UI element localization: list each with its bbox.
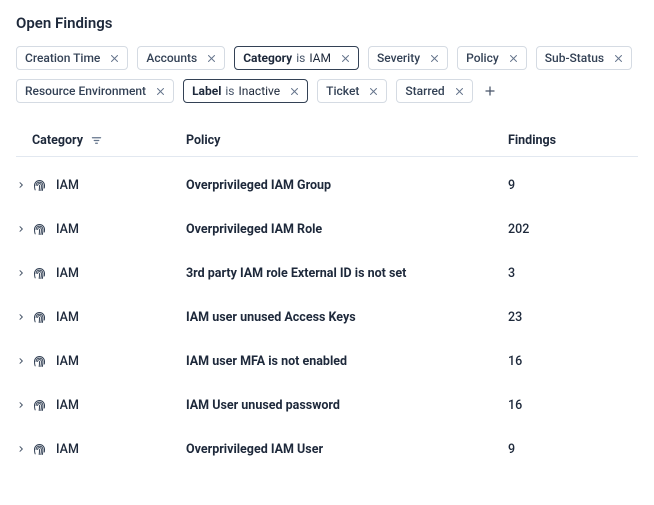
close-icon[interactable]	[430, 54, 439, 63]
expand-chevron-icon[interactable]	[17, 444, 25, 454]
category-text: IAM	[56, 178, 79, 193]
table-row: IAM IAM User unused password16	[16, 383, 638, 427]
close-icon[interactable]	[369, 87, 378, 96]
fingerprint-icon	[32, 310, 47, 325]
filter-chip[interactable]: Severity	[368, 46, 448, 70]
cell-policy[interactable]: Overprivileged IAM Role	[186, 222, 508, 237]
cell-category: IAM	[16, 178, 186, 193]
filter-chip[interactable]: Ticket	[317, 79, 387, 103]
chip-label: Starred	[405, 85, 444, 97]
table-body: IAMOverprivileged IAM Group9IAMOverprivi…	[16, 157, 638, 471]
filter-chip[interactable]: Category is IAM	[234, 46, 359, 70]
close-icon[interactable]	[614, 54, 623, 63]
table-row: IAM 3rd party IAM role External ID is not…	[16, 251, 638, 295]
category-text: IAM	[56, 310, 79, 325]
chip-label: Policy	[466, 52, 499, 64]
close-icon[interactable]	[290, 87, 299, 96]
cell-findings: 9	[508, 442, 638, 457]
close-icon[interactable]	[509, 54, 518, 63]
fingerprint-icon	[32, 398, 47, 413]
close-icon[interactable]	[110, 54, 119, 63]
cell-findings: 23	[508, 310, 638, 325]
category-text: IAM	[56, 398, 79, 413]
table-header: Category Policy Findings	[16, 125, 638, 157]
expand-chevron-icon[interactable]	[17, 268, 25, 278]
category-text: IAM	[56, 222, 79, 237]
page-title: Open Findings	[16, 14, 638, 32]
close-icon[interactable]	[455, 87, 464, 96]
category-text: IAM	[56, 354, 79, 369]
category-text: IAM	[56, 442, 79, 457]
cell-category: IAM	[16, 266, 186, 281]
cell-policy[interactable]: IAM user MFA is not enabled	[186, 354, 508, 369]
cell-findings: 9	[508, 178, 638, 193]
fingerprint-icon	[32, 178, 47, 193]
cell-category: IAM	[16, 354, 186, 369]
filter-chip[interactable]: Accounts	[137, 46, 225, 70]
close-icon[interactable]	[156, 87, 165, 96]
chip-label: Accounts	[146, 52, 197, 64]
expand-chevron-icon[interactable]	[17, 400, 25, 410]
cell-findings: 16	[508, 398, 638, 413]
category-text: IAM	[56, 266, 79, 281]
filter-chips-bar: Creation Time Accounts Category is IAM Severi…	[16, 46, 638, 103]
header-findings-label: Findings	[508, 133, 556, 148]
chip-value: Inactive	[239, 85, 281, 97]
expand-chevron-icon[interactable]	[17, 356, 25, 366]
cell-policy[interactable]: IAM User unused password	[186, 398, 508, 413]
chip-label: Sub-Status	[545, 52, 604, 64]
close-icon[interactable]	[207, 54, 216, 63]
header-category[interactable]: Category	[16, 133, 186, 148]
filter-chip[interactable]: Policy	[457, 46, 527, 70]
table-row: IAM IAM user MFA is not enabled16	[16, 339, 638, 383]
filter-chip[interactable]: Creation Time	[16, 46, 128, 70]
chip-label: Category	[243, 52, 292, 64]
expand-chevron-icon[interactable]	[17, 312, 25, 322]
cell-policy[interactable]: 3rd party IAM role External ID is not se…	[186, 266, 508, 281]
close-icon[interactable]	[341, 54, 350, 63]
filter-chip[interactable]: Starred	[396, 79, 472, 103]
chip-label: Label	[192, 85, 221, 97]
chip-separator: is	[296, 52, 305, 64]
chip-label: Creation Time	[25, 52, 100, 64]
filter-chip[interactable]: Resource Environment	[16, 79, 174, 103]
header-policy-label: Policy	[186, 133, 220, 148]
fingerprint-icon	[32, 222, 47, 237]
filter-chip[interactable]: Sub-Status	[536, 46, 632, 70]
fingerprint-icon	[32, 354, 47, 369]
add-filter-button[interactable]	[482, 83, 498, 99]
expand-chevron-icon[interactable]	[17, 180, 25, 190]
header-category-label: Category	[32, 133, 83, 148]
table-row: IAM IAM user unused Access Keys23	[16, 295, 638, 339]
header-policy[interactable]: Policy	[186, 133, 508, 148]
chip-label: Ticket	[326, 85, 359, 97]
expand-chevron-icon[interactable]	[17, 224, 25, 234]
chip-separator: is	[225, 85, 234, 97]
table-row: IAM Overprivileged IAM User9	[16, 427, 638, 471]
cell-findings: 16	[508, 354, 638, 369]
filter-chip[interactable]: Labelis Inactive	[183, 79, 308, 103]
open-findings-page: Open Findings Creation Time Accounts Categ…	[0, 0, 654, 491]
cell-findings: 3	[508, 266, 638, 281]
table-row: IAM Overprivileged IAM Role202	[16, 207, 638, 251]
filter-icon[interactable]	[91, 135, 102, 146]
cell-policy[interactable]: IAM user unused Access Keys	[186, 310, 508, 325]
table-row: IAM Overprivileged IAM Group9	[16, 163, 638, 207]
cell-category: IAM	[16, 310, 186, 325]
fingerprint-icon	[32, 442, 47, 457]
chip-label: Resource Environment	[25, 85, 146, 97]
cell-policy[interactable]: Overprivileged IAM User	[186, 442, 508, 457]
header-findings[interactable]: Findings	[508, 133, 638, 148]
chip-label: Severity	[377, 52, 420, 64]
fingerprint-icon	[32, 266, 47, 281]
cell-category: IAM	[16, 222, 186, 237]
cell-findings: 202	[508, 222, 638, 237]
cell-category: IAM	[16, 442, 186, 457]
cell-category: IAM	[16, 398, 186, 413]
chip-value: IAM	[309, 52, 331, 64]
cell-policy[interactable]: Overprivileged IAM Group	[186, 178, 508, 193]
